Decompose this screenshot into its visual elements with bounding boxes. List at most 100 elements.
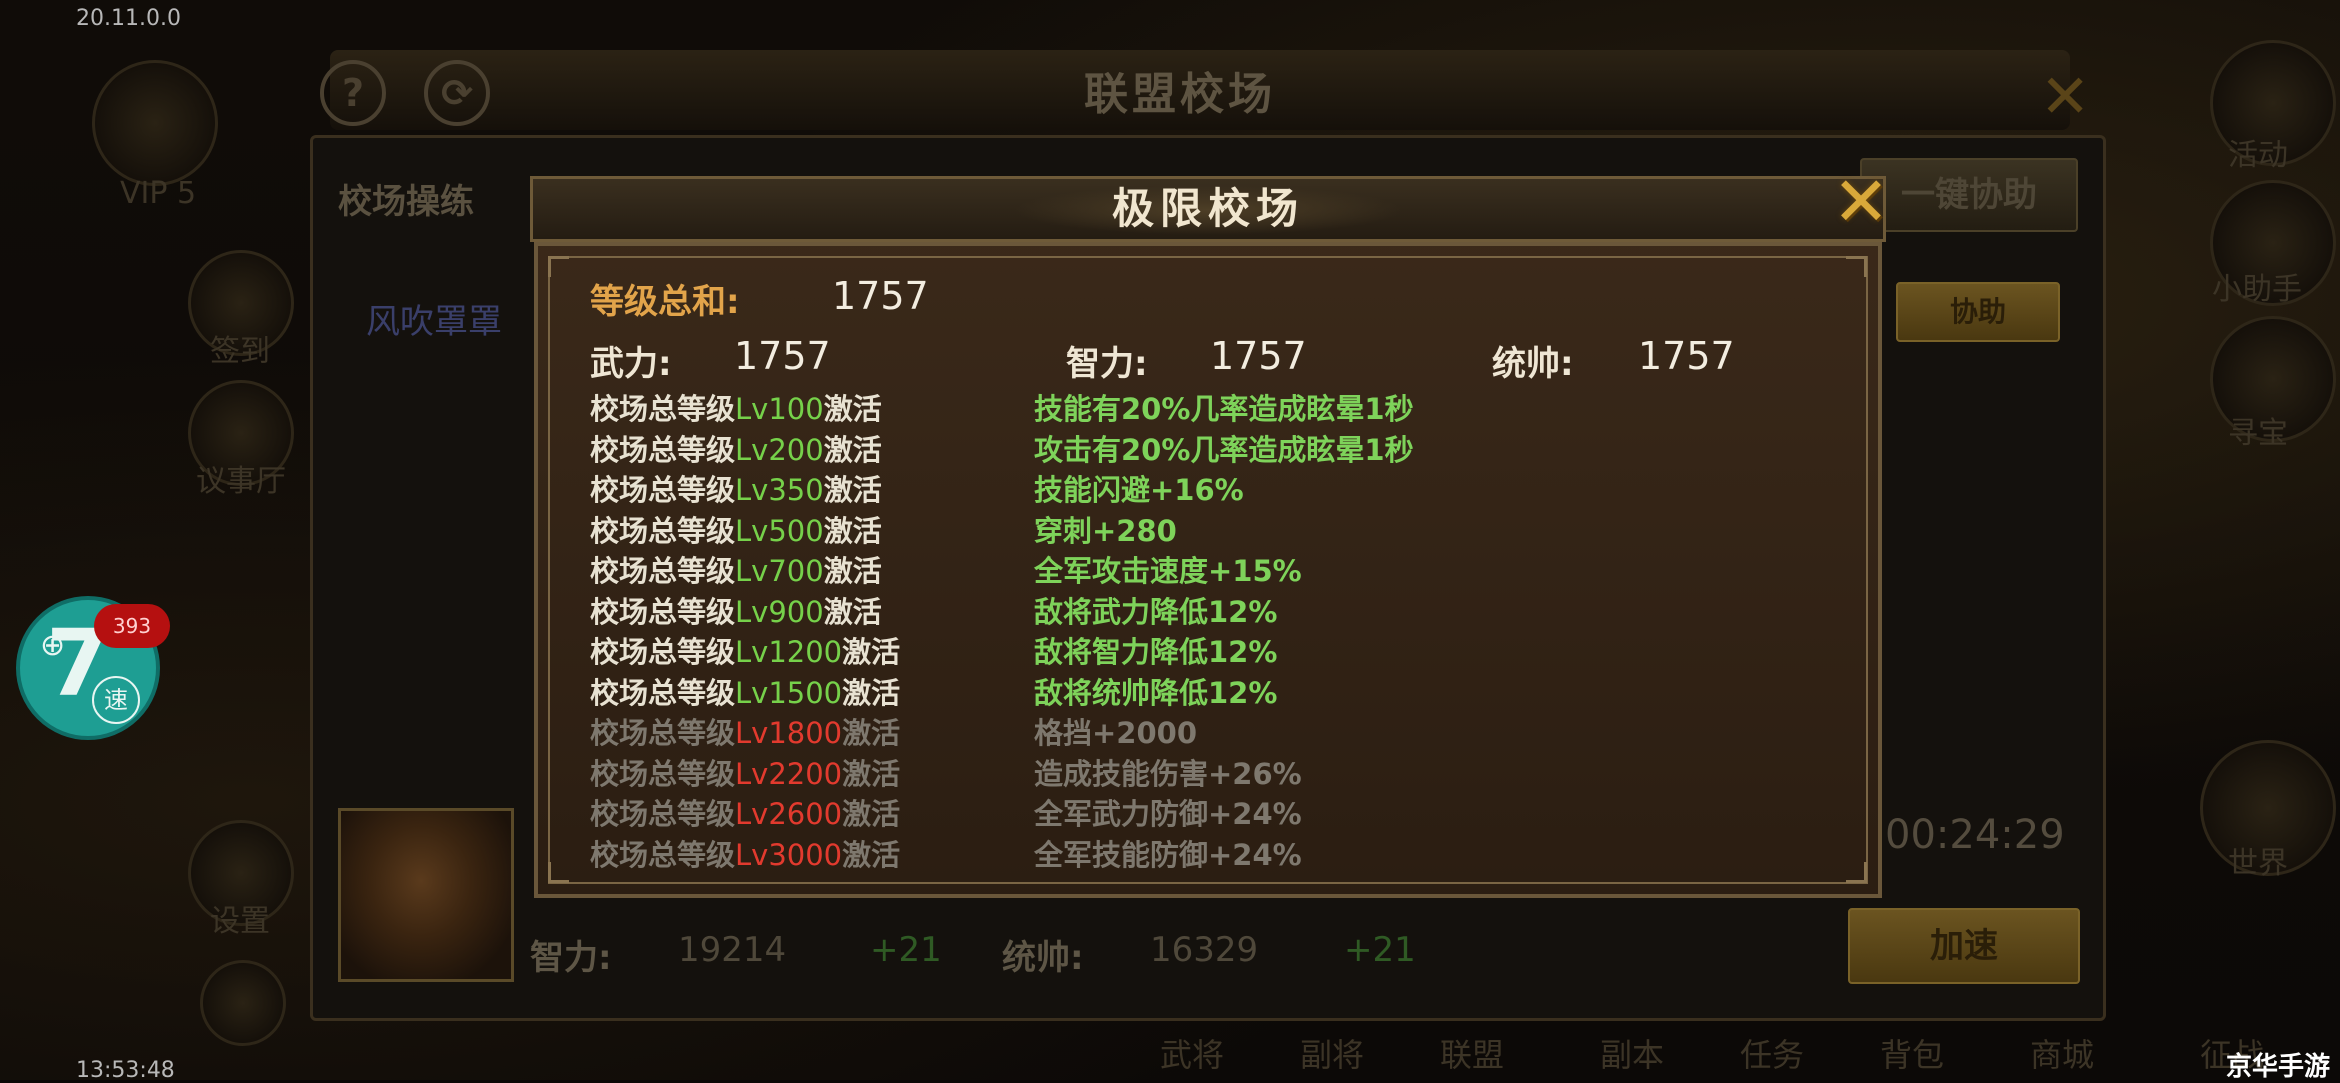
- condition-level: Lv2600: [735, 797, 843, 831]
- command-label: 统帅:: [1492, 344, 1574, 384]
- bottom-tab-generals[interactable]: 武将: [1160, 1030, 1224, 1076]
- bonus-condition: 校场总等级Lv3000激活: [590, 836, 900, 874]
- condition-prefix: 校场总等级: [590, 797, 736, 831]
- condition-suffix: 激活: [823, 554, 882, 588]
- bonus-row: 校场总等级Lv1800激活 格挡+2000: [590, 714, 1790, 755]
- general-portrait[interactable]: [338, 808, 514, 982]
- condition-suffix: 激活: [823, 513, 882, 548]
- side-label-council: 议事厅: [196, 464, 286, 499]
- bonus-row: 校场总等级Lv200激活 攻击有20%几率造成眩晕1秒: [590, 431, 1790, 472]
- bonus-condition: 校场总等级Lv200激活: [590, 431, 882, 469]
- condition-suffix: 激活: [842, 716, 901, 750]
- condition-level: Lv350: [735, 473, 824, 507]
- assist-button[interactable]: 协助: [1896, 282, 2060, 342]
- bonus-effect: 敌将统帅降低12%: [1034, 675, 1278, 710]
- condition-level: Lv1800: [735, 716, 843, 750]
- bonus-effect: 造成技能伤害+26%: [1034, 756, 1302, 791]
- condition-level: Lv100: [735, 392, 824, 426]
- condition-prefix: 校场总等级: [590, 635, 736, 669]
- bg-member-name: 风吹罩罩: [366, 302, 502, 342]
- bg-window-title: 联盟校场: [1084, 69, 1276, 120]
- bonus-condition: 校场总等级Lv2600激活: [590, 795, 900, 833]
- bonus-row: 校场总等级Lv2200激活 造成技能伤害+26%: [590, 755, 1790, 796]
- chat-icon[interactable]: [200, 960, 286, 1046]
- force-value: 1757: [734, 334, 831, 378]
- total-level-label: 等级总和:: [590, 282, 740, 322]
- side-label-helper: 小助手: [2212, 272, 2302, 307]
- frame-corner: [1846, 256, 1867, 277]
- vip-label: VIP 5: [120, 176, 197, 211]
- refresh-icon[interactable]: ⟳: [424, 60, 490, 126]
- command-value: 1757: [1638, 334, 1735, 378]
- bottom-tab-quest[interactable]: 任务: [1740, 1030, 1804, 1076]
- condition-suffix: 激活: [842, 675, 901, 710]
- bonus-effect: 穿刺+280: [1034, 513, 1177, 548]
- total-level-value: 1757: [832, 274, 929, 318]
- bonus-row: 校场总等级Lv1200激活 敌将智力降低12%: [590, 633, 1790, 674]
- help-icon[interactable]: ?: [320, 60, 386, 126]
- watermark: 京华手游: [2225, 1052, 2330, 1082]
- bonus-effect: 敌将智力降低12%: [1034, 635, 1278, 669]
- condition-suffix: 激活: [842, 635, 901, 669]
- bonus-condition: 校场总等级Lv1200激活: [590, 633, 900, 671]
- side-label-settings: 设置: [210, 904, 270, 939]
- condition-suffix: 激活: [823, 432, 882, 467]
- condition-prefix: 校场总等级: [590, 837, 736, 872]
- condition-prefix: 校场总等级: [590, 756, 736, 791]
- condition-suffix: 激活: [842, 756, 901, 791]
- bonus-condition: 校场总等级Lv350激活: [590, 471, 882, 509]
- condition-prefix: 校场总等级: [590, 716, 736, 750]
- condition-prefix: 校场总等级: [590, 392, 736, 426]
- frame-corner: [548, 256, 569, 277]
- condition-suffix: 激活: [823, 594, 882, 629]
- bg-command-bonus: +21: [1344, 930, 1416, 970]
- condition-level: Lv500: [735, 513, 824, 548]
- frame-corner: [1846, 862, 1867, 883]
- bonus-row: 校场总等级Lv900激活 敌将武力降低12%: [590, 593, 1790, 634]
- condition-prefix: 校场总等级: [590, 594, 736, 629]
- side-label-checkin: 签到: [210, 334, 270, 369]
- bottom-tab-dungeon[interactable]: 副本: [1600, 1030, 1664, 1076]
- bonus-condition: 校场总等级Lv1800激活: [590, 714, 900, 752]
- bg-intel-value: 19214: [678, 930, 787, 970]
- condition-prefix: 校场总等级: [590, 432, 736, 467]
- intel-label: 智力:: [1066, 344, 1148, 384]
- bonus-row: 校场总等级Lv100激活 技能有20%几率造成眩晕1秒: [590, 390, 1790, 431]
- bottom-tab-bag[interactable]: 背包: [1880, 1030, 1944, 1076]
- condition-level: Lv2200: [735, 756, 843, 791]
- condition-prefix: 校场总等级: [590, 473, 736, 507]
- bonus-row: 校场总等级Lv500激活 穿刺+280: [590, 512, 1790, 553]
- close-icon[interactable]: ✕: [1826, 168, 1896, 238]
- bonus-row: 校场总等级Lv2600激活 全军武力防御+24%: [590, 795, 1790, 836]
- bg-close-icon[interactable]: ✕: [2040, 62, 2090, 132]
- side-label-activity: 活动: [2228, 138, 2288, 173]
- bonus-effect: 攻击有20%几率造成眩晕1秒: [1034, 432, 1414, 467]
- bonus-effect: 敌将武力降低12%: [1034, 594, 1278, 629]
- bonus-effect: 全军技能防御+24%: [1034, 837, 1302, 872]
- frame-corner: [548, 862, 569, 883]
- bonus-list: 校场总等级Lv100激活 技能有20%几率造成眩晕1秒 校场总等级Lv200激活 攻击…: [590, 390, 1790, 876]
- intel-value: 1757: [1210, 334, 1307, 378]
- bottom-tab-shop[interactable]: 商城: [2030, 1030, 2094, 1076]
- bg-intel-bonus: +21: [870, 930, 942, 970]
- bottom-tab-deputy[interactable]: 副将: [1300, 1030, 1364, 1076]
- bonus-condition: 校场总等级Lv2200激活: [590, 755, 900, 793]
- speed-up-button[interactable]: 加速: [1848, 908, 2080, 984]
- bonus-condition: 校场总等级Lv1500激活: [590, 674, 900, 712]
- bonus-condition: 校场总等级Lv100激活: [590, 390, 882, 428]
- bottom-tab-alliance[interactable]: 联盟: [1440, 1030, 1504, 1076]
- bg-tab-label[interactable]: 校场操练: [338, 174, 474, 223]
- bonus-effect: 技能有20%几率造成眩晕1秒: [1034, 392, 1414, 426]
- condition-suffix: 激活: [842, 797, 901, 831]
- notification-badge: 393: [94, 604, 170, 648]
- side-label-world: 世界: [2228, 846, 2288, 881]
- condition-prefix: 校场总等级: [590, 675, 736, 710]
- force-label: 武力:: [590, 344, 672, 384]
- bonus-condition: 校场总等级Lv900激活: [590, 593, 882, 631]
- condition-level: Lv200: [735, 432, 824, 467]
- version-label: 20.11.0.0: [76, 6, 181, 31]
- bg-command-label: 统帅:: [1002, 938, 1084, 978]
- speed-char: 速: [92, 676, 140, 724]
- avatar[interactable]: [92, 60, 218, 186]
- condition-level: Lv700: [735, 554, 824, 588]
